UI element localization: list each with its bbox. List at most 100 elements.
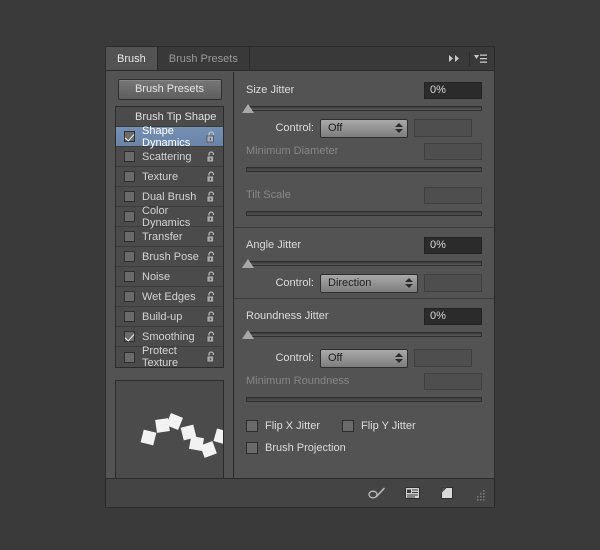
resize-grip-icon[interactable] <box>475 488 486 501</box>
checkbox-protect-texture[interactable] <box>124 351 135 363</box>
panel-tab-bar: Brush Brush Presets <box>106 47 494 71</box>
checkbox-build-up[interactable] <box>124 311 135 322</box>
angle-jitter-control-dropdown[interactable]: Direction <box>320 273 418 293</box>
new-brush-preset-icon[interactable] <box>438 485 456 501</box>
minimum-diameter-label: Minimum Diameter <box>246 145 339 157</box>
tilt-scale-slider <box>246 207 482 221</box>
slider-track <box>246 332 482 337</box>
roundness-jitter-value[interactable]: 0% <box>424 307 482 325</box>
chevron-updown-icon <box>395 123 403 133</box>
option-build-up[interactable]: Build-up <box>116 307 223 327</box>
brush-stroke-preview <box>115 380 224 484</box>
minimum-diameter-row: Minimum Diameter <box>246 140 482 162</box>
checkbox-brush-projection[interactable] <box>246 442 258 454</box>
dropdown-value: Off <box>328 352 343 364</box>
option-label: Protect Texture <box>142 345 179 369</box>
unlocked-padlock-icon[interactable] <box>206 250 216 263</box>
slider-track <box>246 167 482 172</box>
size-jitter-slider[interactable] <box>242 102 482 116</box>
checkbox-shape-dynamics[interactable] <box>124 131 135 142</box>
option-label: Dual Brush <box>142 190 197 203</box>
brush-preset-manager-icon[interactable] <box>403 485 421 501</box>
flip-jitter-row: Flip X Jitter Flip Y Jitter <box>246 415 482 437</box>
flip-x-jitter-label: Flip X Jitter <box>265 420 321 432</box>
slider-knob[interactable] <box>242 104 254 113</box>
angle-jitter-control-field[interactable] <box>424 274 482 292</box>
option-label: Wet Edges <box>142 290 196 303</box>
unlocked-padlock-icon[interactable] <box>206 210 216 223</box>
option-brush-pose[interactable]: Brush Pose <box>116 247 223 267</box>
checkbox-smoothing[interactable] <box>124 331 135 342</box>
toggle-brush-tip-icon[interactable] <box>368 485 386 501</box>
minimum-diameter-value <box>424 142 482 160</box>
checkbox-flip-y-jitter[interactable] <box>342 420 355 432</box>
slider-knob[interactable] <box>242 330 254 339</box>
slider-track <box>246 211 482 216</box>
angle-jitter-section: Angle Jitter 0% <box>234 228 494 271</box>
unlocked-padlock-icon[interactable] <box>206 230 216 243</box>
unlocked-padlock-icon[interactable] <box>206 290 216 303</box>
minimum-roundness-label: Minimum Roundness <box>246 375 350 387</box>
unlocked-padlock-icon[interactable] <box>206 310 216 323</box>
option-label: Shape Dynamics <box>142 124 191 149</box>
tab-brush-presets[interactable]: Brush Presets <box>158 47 250 70</box>
checkbox-noise[interactable] <box>124 271 135 282</box>
option-smoothing[interactable]: Smoothing <box>116 327 223 347</box>
checkbox-flip-x-jitter[interactable] <box>246 420 258 432</box>
brush-settings-column: Size Jitter 0% Control: Off Minimum Diam… <box>234 72 494 478</box>
option-shape-dynamics[interactable]: Shape Dynamics <box>116 124 223 149</box>
angle-jitter-row: Angle Jitter 0% <box>246 234 482 256</box>
option-texture[interactable]: Texture <box>116 167 223 187</box>
option-wet-edges[interactable]: Wet Edges <box>116 287 223 307</box>
unlocked-padlock-icon[interactable] <box>206 190 216 203</box>
checkbox-brush-pose[interactable] <box>124 251 135 262</box>
brush-presets-button[interactable]: Brush Presets <box>117 78 222 100</box>
angle-jitter-control-section: Control: Direction <box>234 271 494 295</box>
tab-bar-spacer <box>250 47 447 70</box>
slider-knob[interactable] <box>242 259 254 268</box>
angle-jitter-slider[interactable] <box>242 257 482 271</box>
checkbox-transfer[interactable] <box>124 231 135 242</box>
double-chevron-right-icon[interactable] <box>447 52 463 66</box>
size-jitter-control-dropdown[interactable]: Off <box>320 118 408 138</box>
roundness-jitter-control-field[interactable] <box>414 349 472 367</box>
option-scattering[interactable]: Scattering <box>116 147 223 167</box>
angle-jitter-value[interactable]: 0% <box>424 236 482 254</box>
checkbox-scattering[interactable] <box>124 151 135 162</box>
presets-button-container: Brush Presets <box>106 72 233 106</box>
size-jitter-control-section: Control: Off <box>234 116 494 140</box>
size-jitter-row: Size Jitter 0% <box>246 79 482 101</box>
checkbox-texture[interactable] <box>124 171 135 182</box>
brush-options-list: Brush Tip Shape Shape Dynamics Scatterin… <box>115 106 224 369</box>
brush-options-column: Brush Presets Brush Tip Shape Shape Dyna… <box>106 72 234 484</box>
minimum-diameter-section: Minimum Diameter <box>234 140 494 177</box>
unlocked-padlock-icon[interactable] <box>206 130 216 143</box>
tab-brush[interactable]: Brush <box>106 47 158 70</box>
preview-stamp <box>213 428 223 445</box>
checkbox-wet-edges[interactable] <box>124 291 135 302</box>
roundness-jitter-slider[interactable] <box>242 328 482 342</box>
unlocked-padlock-icon[interactable] <box>206 170 216 183</box>
unlocked-padlock-icon[interactable] <box>206 150 216 163</box>
option-protect-texture[interactable]: Protect Texture <box>116 345 223 369</box>
option-color-dynamics[interactable]: Color Dynamics <box>116 205 223 229</box>
roundness-jitter-section: Roundness Jitter 0% <box>234 299 494 342</box>
checkbox-dual-brush[interactable] <box>124 191 135 202</box>
unlocked-padlock-icon[interactable] <box>206 351 216 363</box>
option-noise[interactable]: Noise <box>116 267 223 287</box>
panel-footer <box>106 478 494 507</box>
unlocked-padlock-icon[interactable] <box>206 330 216 343</box>
roundness-jitter-control-label: Control: <box>275 352 314 364</box>
size-jitter-control-field[interactable] <box>414 119 472 137</box>
checkbox-color-dynamics[interactable] <box>124 211 135 222</box>
option-transfer[interactable]: Transfer <box>116 227 223 247</box>
slider-track <box>246 261 482 266</box>
roundness-jitter-label: Roundness Jitter <box>246 310 329 322</box>
panel-menu-icon[interactable] <box>469 51 487 66</box>
unlocked-padlock-icon[interactable] <box>206 270 216 283</box>
preview-stamp <box>200 441 217 458</box>
roundness-jitter-control-dropdown[interactable]: Off <box>320 348 408 368</box>
size-jitter-value[interactable]: 0% <box>424 81 482 99</box>
chevron-updown-icon <box>395 353 403 363</box>
flip-y-jitter-label: Flip Y Jitter <box>361 420 416 432</box>
